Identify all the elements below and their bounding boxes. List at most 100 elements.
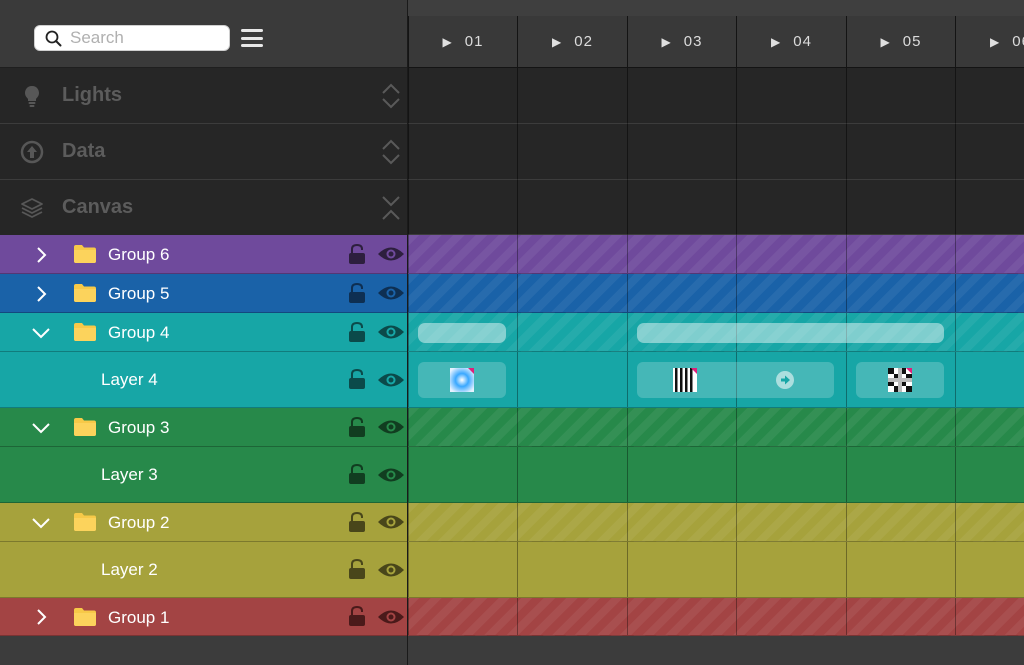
section-label: Lights: [62, 84, 122, 106]
row-label: Group 3: [108, 418, 170, 437]
lock-open-icon[interactable]: [347, 605, 367, 627]
hamburger-menu-icon[interactable]: [240, 27, 264, 49]
folder-icon: [74, 608, 96, 626]
collapse-arrows-icon[interactable]: [380, 194, 402, 222]
arrow-right-circle-icon[interactable]: [774, 369, 796, 391]
chevron-right-icon[interactable]: [30, 244, 52, 266]
column-header-3[interactable]: ▶ 03: [627, 16, 736, 68]
row-layer-3[interactable]: Layer 3: [0, 447, 408, 503]
eye-icon[interactable]: [377, 466, 405, 484]
row-label: Group 6: [108, 245, 170, 264]
timeline-row-layer-3[interactable]: [408, 447, 1024, 503]
row-layer-4[interactable]: Layer 4: [0, 352, 408, 408]
stripes-thumbnail: [673, 368, 697, 392]
eye-icon[interactable]: [377, 323, 405, 341]
timeline-row-group-2[interactable]: [408, 503, 1024, 542]
sidebar-header: [0, 0, 408, 68]
play-icon: ▶: [771, 34, 782, 49]
column-header-4[interactable]: ▶ 04: [736, 16, 846, 68]
column-header-2[interactable]: ▶ 02: [517, 16, 627, 68]
timeline-row-layer-4[interactable]: [408, 352, 1024, 408]
play-icon: ▶: [990, 34, 1001, 49]
folder-icon: [74, 284, 96, 302]
row-group-5[interactable]: Group 5: [0, 274, 408, 313]
lock-open-icon[interactable]: [347, 511, 367, 533]
eye-icon[interactable]: [377, 284, 405, 302]
timeline-app: ▶ 01 ▶ 02 ▶ 03 ▶ 04 ▶ 05 ▶ 06 Lights Data: [0, 0, 1024, 665]
section-canvas[interactable]: Canvas: [0, 180, 408, 236]
timeline-row-group-4[interactable]: [408, 313, 1024, 352]
column-label: 03: [683, 33, 703, 50]
chevron-right-icon[interactable]: [30, 283, 52, 305]
radial-gradient-thumbnail: [450, 368, 474, 392]
lock-open-icon[interactable]: [347, 558, 367, 580]
folder-icon: [74, 323, 96, 341]
row-label: Layer 2: [101, 560, 158, 579]
upload-circle-icon: [20, 140, 44, 164]
eye-icon[interactable]: [377, 608, 405, 626]
eye-icon[interactable]: [377, 418, 405, 436]
column-label: 06: [1012, 33, 1024, 50]
clip-gradient[interactable]: [418, 362, 506, 398]
eye-icon[interactable]: [377, 513, 405, 531]
timeline-row-group-6[interactable]: [408, 235, 1024, 274]
row-label: Layer 3: [101, 465, 158, 484]
timeline-row-group-5[interactable]: [408, 274, 1024, 313]
sort-arrows-icon[interactable]: [380, 82, 402, 110]
chevron-down-icon[interactable]: [30, 322, 52, 344]
lock-open-icon[interactable]: [347, 368, 367, 390]
timeline-row-group-3[interactable]: [408, 408, 1024, 447]
row-group-6[interactable]: Group 6: [0, 235, 408, 274]
section-lights[interactable]: Lights: [0, 68, 408, 124]
layers-icon: [21, 198, 43, 218]
lock-open-icon[interactable]: [347, 282, 367, 304]
row-group-2[interactable]: Group 2: [0, 503, 408, 542]
group-span-bar[interactable]: [418, 323, 506, 343]
row-label: Group 4: [108, 323, 170, 342]
column-label: 05: [902, 33, 922, 50]
folder-icon: [74, 245, 96, 263]
eye-icon[interactable]: [377, 561, 405, 579]
search-box[interactable]: [34, 25, 230, 51]
column-label: 02: [574, 33, 593, 50]
lock-open-icon[interactable]: [347, 321, 367, 343]
column-header-5[interactable]: ▶ 05: [846, 16, 955, 68]
play-icon: ▶: [880, 34, 891, 49]
lock-open-icon[interactable]: [347, 416, 367, 438]
lock-open-icon[interactable]: [347, 463, 367, 485]
row-label: Layer 4: [101, 370, 158, 389]
column-label: 04: [793, 33, 812, 50]
row-layer-2[interactable]: Layer 2: [0, 542, 408, 598]
row-group-3[interactable]: Group 3: [0, 408, 408, 447]
bottom-empty-area: [0, 636, 1024, 665]
chevron-down-icon[interactable]: [30, 417, 52, 439]
search-input[interactable]: [70, 28, 220, 48]
top-strip: [408, 0, 1024, 16]
column-label: 01: [464, 33, 484, 50]
row-group-1[interactable]: Group 1: [0, 598, 408, 636]
column-header-1[interactable]: ▶ 01: [408, 16, 517, 68]
folder-icon: [74, 418, 96, 436]
search-icon: [45, 30, 62, 46]
play-icon: ▶: [661, 34, 672, 49]
lock-open-icon[interactable]: [347, 243, 367, 265]
panel-divider[interactable]: [407, 0, 408, 665]
timeline-row-group-1[interactable]: [408, 598, 1024, 636]
chevron-right-icon[interactable]: [30, 606, 52, 628]
folder-icon: [74, 513, 96, 531]
row-group-4[interactable]: Group 4: [0, 313, 408, 352]
timeline-row-layer-2[interactable]: [408, 542, 1024, 598]
clip-checker[interactable]: [856, 362, 944, 398]
clip-stripes[interactable]: [637, 362, 834, 398]
play-icon: ▶: [552, 34, 563, 49]
row-label: Group 5: [108, 284, 170, 303]
chevron-down-icon[interactable]: [30, 512, 52, 534]
sort-arrows-icon[interactable]: [380, 138, 402, 166]
eye-icon[interactable]: [377, 371, 405, 389]
section-data[interactable]: Data: [0, 124, 408, 180]
section-label: Data: [62, 140, 106, 162]
column-header-6[interactable]: ▶ 06: [955, 16, 1024, 68]
lightbulb-icon: [25, 86, 39, 107]
eye-icon[interactable]: [377, 245, 405, 263]
group-span-bar[interactable]: [637, 323, 944, 343]
